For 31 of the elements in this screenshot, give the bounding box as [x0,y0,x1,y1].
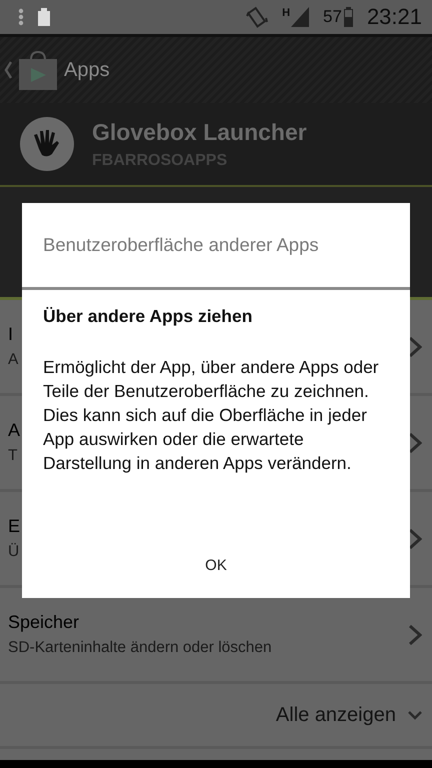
battery-percent: 57 [323,7,342,27]
permission-description: Ü [8,543,20,561]
permission-title: I [8,324,14,345]
app-name: Glovebox Launcher [92,118,307,146]
shopping-bag-icon[interactable] [18,50,58,90]
back-caret-icon[interactable] [4,61,12,79]
dialog-title: Benutzeroberfläche anderer Apps [22,203,410,290]
sd-card-icon [38,8,50,26]
dialog-heading: Über andere Apps ziehen [43,306,254,327]
ok-button[interactable]: OK [185,551,247,580]
permission-title: Speicher [8,612,80,633]
show-all-button[interactable]: Alle anzeigen [276,704,422,726]
clock: 23:21 [366,4,422,30]
menu-dots-icon [18,8,24,26]
dialog-message: Ermöglicht der App, über andere Apps oder Teile der Benutzeroberfläche zu zeichnen. Dies kann sich auf die Oberfläche in jeder App auswirken oder die erwartete Darstellung in anderen Apps verändern. [43,356,380,475]
chevron-right-icon [408,624,422,646]
chevron-right-icon [408,336,422,358]
vibrate-icon [246,6,268,28]
permission-description: A [8,351,18,369]
action-bar-title: Apps [64,58,110,82]
hand-icon [20,117,74,171]
permission-title: E [8,516,20,537]
chevron-right-icon [408,432,422,454]
chevron-down-icon [408,710,422,720]
permission-description: SD-Karteninhalte ändern oder löschen [8,639,272,657]
signal-icon [291,7,310,27]
chevron-right-icon [408,528,422,550]
network-type-label: H [282,7,290,19]
permission-title: A [8,420,20,441]
battery-icon [344,7,353,27]
permission-description: T [8,447,18,465]
